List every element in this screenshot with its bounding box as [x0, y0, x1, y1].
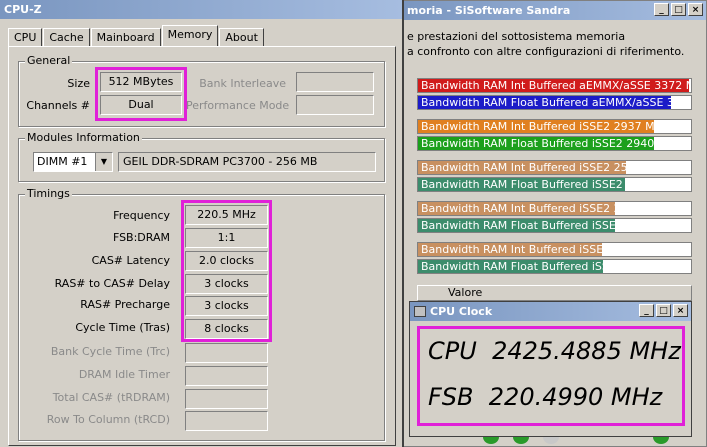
bar-gap: [417, 235, 692, 242]
valore-header-label: Valore: [448, 286, 483, 299]
ras-precharge-label: RAS# Precharge: [80, 298, 170, 311]
size-value: 512 MBytes: [100, 72, 182, 92]
total-cas-label: Total CAS# (tRDRAM): [52, 391, 170, 404]
bandwidth-bar: Bandwidth RAM Int Buffered aEMMX/aSSE 33…: [417, 78, 692, 93]
cpu-clock-title: CPU Clock: [430, 305, 493, 318]
bandwidth-bar: Bandwidth RAM Int Buffered iSSE2 2937 MB…: [417, 119, 692, 134]
minimize-icon[interactable]: _: [654, 3, 669, 16]
bar-gap: [417, 194, 692, 201]
dram-idle-timer-value: [185, 366, 268, 386]
bandwidth-bar: Bandwidth RAM Int Buffered iSSE2 2290 MB…: [417, 242, 692, 257]
valore-column-header[interactable]: Valore: [417, 285, 692, 301]
fsb-label: FSB: [428, 383, 474, 411]
row-to-column-label: Row To Column (tRCD): [46, 413, 170, 426]
bandwidth-bar-label: Bandwidth RAM Float Buffered iSSE2 2940 …: [421, 137, 685, 150]
bank-interleave-value: [296, 72, 374, 92]
bandwidth-bar-label: Bandwidth RAM Int Buffered iSSE2 2937 MB…: [421, 120, 672, 133]
timings-title: Timings: [25, 187, 72, 200]
fsb-frequency: 220.4990 MHz: [488, 383, 663, 411]
app-icon: [414, 306, 426, 317]
ras-precharge-value: 3 clocks: [185, 296, 268, 316]
bandwidth-bar-label: Bandwidth RAM Float Buffered iSSE2 2300 …: [421, 260, 685, 273]
bandwidth-bar-label: Bandwidth RAM Int Buffered iSSE2 2450 MB…: [421, 202, 672, 215]
bandwidth-bar-label: Bandwidth RAM Float Buffered iSSE2 2580 …: [421, 178, 685, 191]
tab-about[interactable]: About: [219, 28, 264, 46]
modules-title: Modules Information: [25, 131, 142, 144]
bar-gap: [417, 112, 692, 119]
bandwidth-bar-label: Bandwidth RAM Float Buffered iSSE2 2450 …: [421, 219, 685, 232]
tab-cpu[interactable]: CPU: [8, 28, 43, 46]
minimize-icon[interactable]: _: [639, 304, 654, 317]
maximize-icon[interactable]: □: [671, 3, 686, 16]
tab-mainboard[interactable]: Mainboard: [90, 28, 161, 46]
bandwidth-bar: Bandwidth RAM Float Buffered iSSE2 2580 …: [417, 177, 692, 192]
cycle-time-value: 8 clocks: [185, 319, 268, 339]
frequency-label: Frequency: [113, 209, 170, 222]
module-description: GEIL DDR-SDRAM PC3700 - 256 MB: [118, 152, 376, 172]
bandwidth-bar: Bandwidth RAM Int Buffered iSSE2 2585 MB…: [417, 160, 692, 175]
tab-cache[interactable]: Cache: [43, 28, 90, 46]
fsb-dram-label: FSB:DRAM: [112, 231, 170, 244]
bandwidth-bar: Bandwidth RAM Float Buffered iSSE2 2940 …: [417, 136, 692, 151]
bandwidth-bar: Bandwidth RAM Float Buffered aEMMX/aSSE …: [417, 95, 692, 110]
cpu-clock-line: CPU 2425.4885 MHz: [428, 337, 681, 365]
chevron-down-icon[interactable]: ▼: [95, 153, 112, 171]
cpuz-title: CPU-Z: [4, 3, 42, 16]
cas-latency-value: 2.0 clocks: [185, 251, 268, 271]
close-icon[interactable]: ×: [673, 304, 688, 317]
cpuz-titlebar[interactable]: CPU-Z: [0, 0, 402, 19]
ras-to-cas-value: 3 clocks: [185, 274, 268, 294]
bandwidth-bar: Bandwidth RAM Int Buffered iSSE2 2450 MB…: [417, 201, 692, 216]
cpuz-tabs: CPU Cache Mainboard Memory About: [8, 25, 265, 46]
cas-latency-label: CAS# Latency: [91, 254, 170, 267]
sandra-desc-line1: e prestazioni del sottosistema memoria: [407, 30, 626, 43]
performance-mode-value: [296, 95, 374, 115]
row-to-column-value: [185, 411, 268, 431]
bandwidth-bars: Bandwidth RAM Int Buffered aEMMX/aSSE 33…: [417, 78, 692, 276]
dimm-select-value: DIMM #1: [37, 155, 88, 168]
cpu-clock-window: CPU Clock _ □ × CPU 2425.4885 MHz FSB 22…: [409, 301, 692, 437]
channels-value: Dual: [100, 95, 182, 115]
cycle-time-label: Cycle Time (Tras): [75, 321, 170, 334]
bandwidth-bar-label: Bandwidth RAM Int Buffered iSSE2 2290 MB…: [421, 243, 672, 256]
clock-window-controls: _ □ ×: [639, 304, 688, 317]
sandra-window-controls: _ □ ×: [654, 3, 703, 16]
bank-cycle-time-value: [185, 343, 268, 363]
cpu-label: CPU: [428, 337, 477, 365]
frequency-value: 220.5 MHz: [185, 205, 268, 225]
bandwidth-bar: Bandwidth RAM Float Buffered iSSE2 2300 …: [417, 259, 692, 274]
general-group: General: [18, 54, 385, 127]
general-title: General: [25, 54, 73, 67]
bandwidth-bar-label: Bandwidth RAM Int Buffered iSSE2 2585 MB…: [421, 161, 672, 174]
sandra-title: moria - SiSoftware Sandra: [407, 4, 571, 17]
sandra-description: e prestazioni del sottosistema memoria a…: [407, 29, 684, 59]
size-label: Size: [67, 77, 90, 90]
dimm-select[interactable]: DIMM #1 ▼: [33, 152, 113, 172]
cpu-frequency: 2425.4885 MHz: [492, 337, 681, 365]
total-cas-value: [185, 389, 268, 409]
fsb-clock-line: FSB 220.4990 MHz: [428, 383, 662, 411]
tab-memory[interactable]: Memory: [161, 25, 219, 46]
close-icon[interactable]: ×: [688, 3, 703, 16]
bandwidth-bar-label: Bandwidth RAM Int Buffered aEMMX/aSSE 33…: [421, 79, 692, 92]
fsb-dram-value: 1:1: [185, 228, 268, 248]
bar-gap: [417, 153, 692, 160]
dram-idle-timer-label: DRAM Idle Timer: [78, 368, 170, 381]
bandwidth-bar: Bandwidth RAM Float Buffered iSSE2 2450 …: [417, 218, 692, 233]
maximize-icon[interactable]: □: [656, 304, 671, 317]
performance-mode-label: Performance Mode: [186, 99, 290, 112]
bandwidth-bar-label: Bandwidth RAM Float Buffered aEMMX/aSSE …: [421, 96, 691, 109]
bank-interleave-label: Bank Interleave: [199, 77, 286, 90]
cpuz-window: CPU-Z CPU Cache Mainboard Memory About G…: [0, 0, 404, 447]
channels-label: Channels #: [26, 99, 90, 112]
ras-to-cas-label: RAS# to CAS# Delay: [54, 277, 170, 290]
sandra-desc-line2: a confronto con altre configurazioni di …: [407, 45, 685, 58]
bank-cycle-time-label: Bank Cycle Time (Trc): [50, 345, 170, 358]
